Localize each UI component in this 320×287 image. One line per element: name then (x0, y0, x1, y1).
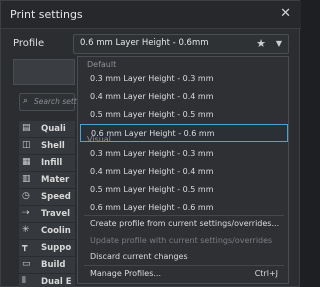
titlebar: Print settings ✕ (1, 1, 301, 29)
profile-dropdown: Default 0.3 mm Layer Height - 0.3 mm 0.4… (77, 56, 289, 284)
build-plate-icon: ▭ (22, 259, 31, 269)
category-build-plate[interactable]: ▭ Build (19, 257, 75, 274)
manage-profiles-item[interactable]: Manage Profiles... Ctrl+J (80, 265, 288, 283)
dropdown-item[interactable]: 0.4 mm Layer Height - 0.4 mm (80, 163, 288, 181)
quality-icon: ▤ (22, 123, 31, 133)
settings-sidebar: ⌕ Search settin ▤ Quali ◫ Shell ▦ Infill… (13, 59, 84, 287)
profile-select[interactable]: 0.6 mm Layer Height - 0.6mm ★ ▼ (73, 34, 289, 54)
dropdown-item[interactable]: 0.3 mm Layer Height - 0.3 mm (80, 70, 288, 88)
discard-changes-item[interactable]: Discard current changes (80, 248, 288, 266)
category-label: Suppo (41, 243, 72, 253)
cooling-icon: ✳ (22, 225, 30, 235)
category-quality[interactable]: ▤ Quali (19, 121, 75, 138)
category-label: Speed (41, 192, 71, 202)
category-label: Shell (41, 141, 65, 151)
section-visual: Visual (87, 135, 111, 144)
section-default: Default (87, 60, 117, 69)
category-label: Coolin (41, 226, 71, 236)
category-label: Dual E (41, 277, 72, 287)
panel-title: Print settings (10, 8, 83, 21)
star-icon[interactable]: ★ (256, 37, 266, 50)
search-settings[interactable]: ⌕ Search settin (19, 93, 84, 111)
category-support[interactable]: ┳ Suppo (19, 240, 75, 257)
category-speed[interactable]: ◷ Speed (19, 189, 75, 206)
category-label: Mater (41, 175, 70, 185)
profile-select-value: 0.6 mm Layer Height - 0.6mm (80, 38, 209, 48)
category-material[interactable]: ▥ Mater (19, 172, 75, 189)
dropdown-item[interactable]: 0.5 mm Layer Height - 0.5 mm (80, 181, 288, 199)
category-infill[interactable]: ▦ Infill (19, 155, 75, 172)
infill-icon: ▦ (22, 157, 31, 167)
dropdown-item[interactable]: 0.4 mm Layer Height - 0.4 mm (80, 88, 288, 106)
shell-icon: ◫ (22, 140, 31, 150)
material-icon: ▥ (22, 174, 31, 184)
category-label: Quali (41, 124, 66, 134)
close-icon[interactable]: ✕ (280, 6, 291, 21)
create-profile-item[interactable]: Create profile from current settings/ove… (80, 215, 288, 233)
mode-toggle-box[interactable] (13, 59, 75, 85)
speed-icon: ◷ (22, 191, 30, 201)
dropdown-item[interactable]: 0.5 mm Layer Height - 0.5 mm (80, 106, 288, 124)
support-icon: ┳ (22, 242, 28, 252)
shortcut-label: Ctrl+J (254, 269, 278, 278)
dropdown-item-selected[interactable]: 0.6 mm Layer Height - 0.6 mm (80, 124, 288, 142)
dropdown-item[interactable]: 0.3 mm Layer Height - 0.3 mm (80, 145, 288, 163)
category-dual-extrusion[interactable]: ⫴ Dual E (19, 274, 75, 287)
dual-extrusion-icon: ⫴ (22, 276, 26, 286)
search-icon: ⌕ (23, 96, 29, 106)
profile-label: Profile (13, 38, 45, 49)
category-label: Build (41, 260, 66, 270)
chevron-down-icon: ▼ (275, 39, 282, 48)
print-settings-panel: Print settings ✕ Profile 0.6 mm Layer He… (0, 0, 301, 287)
category-travel[interactable]: ⇢ Travel (19, 206, 75, 223)
travel-icon: ⇢ (22, 208, 30, 218)
category-label: Infill (41, 158, 63, 168)
category-shell[interactable]: ◫ Shell (19, 138, 75, 155)
category-label: Travel (41, 209, 71, 219)
profile-row: Profile 0.6 mm Layer Height - 0.6mm ★ ▼ (1, 33, 301, 55)
category-cooling[interactable]: ✳ Coolin (19, 223, 75, 240)
